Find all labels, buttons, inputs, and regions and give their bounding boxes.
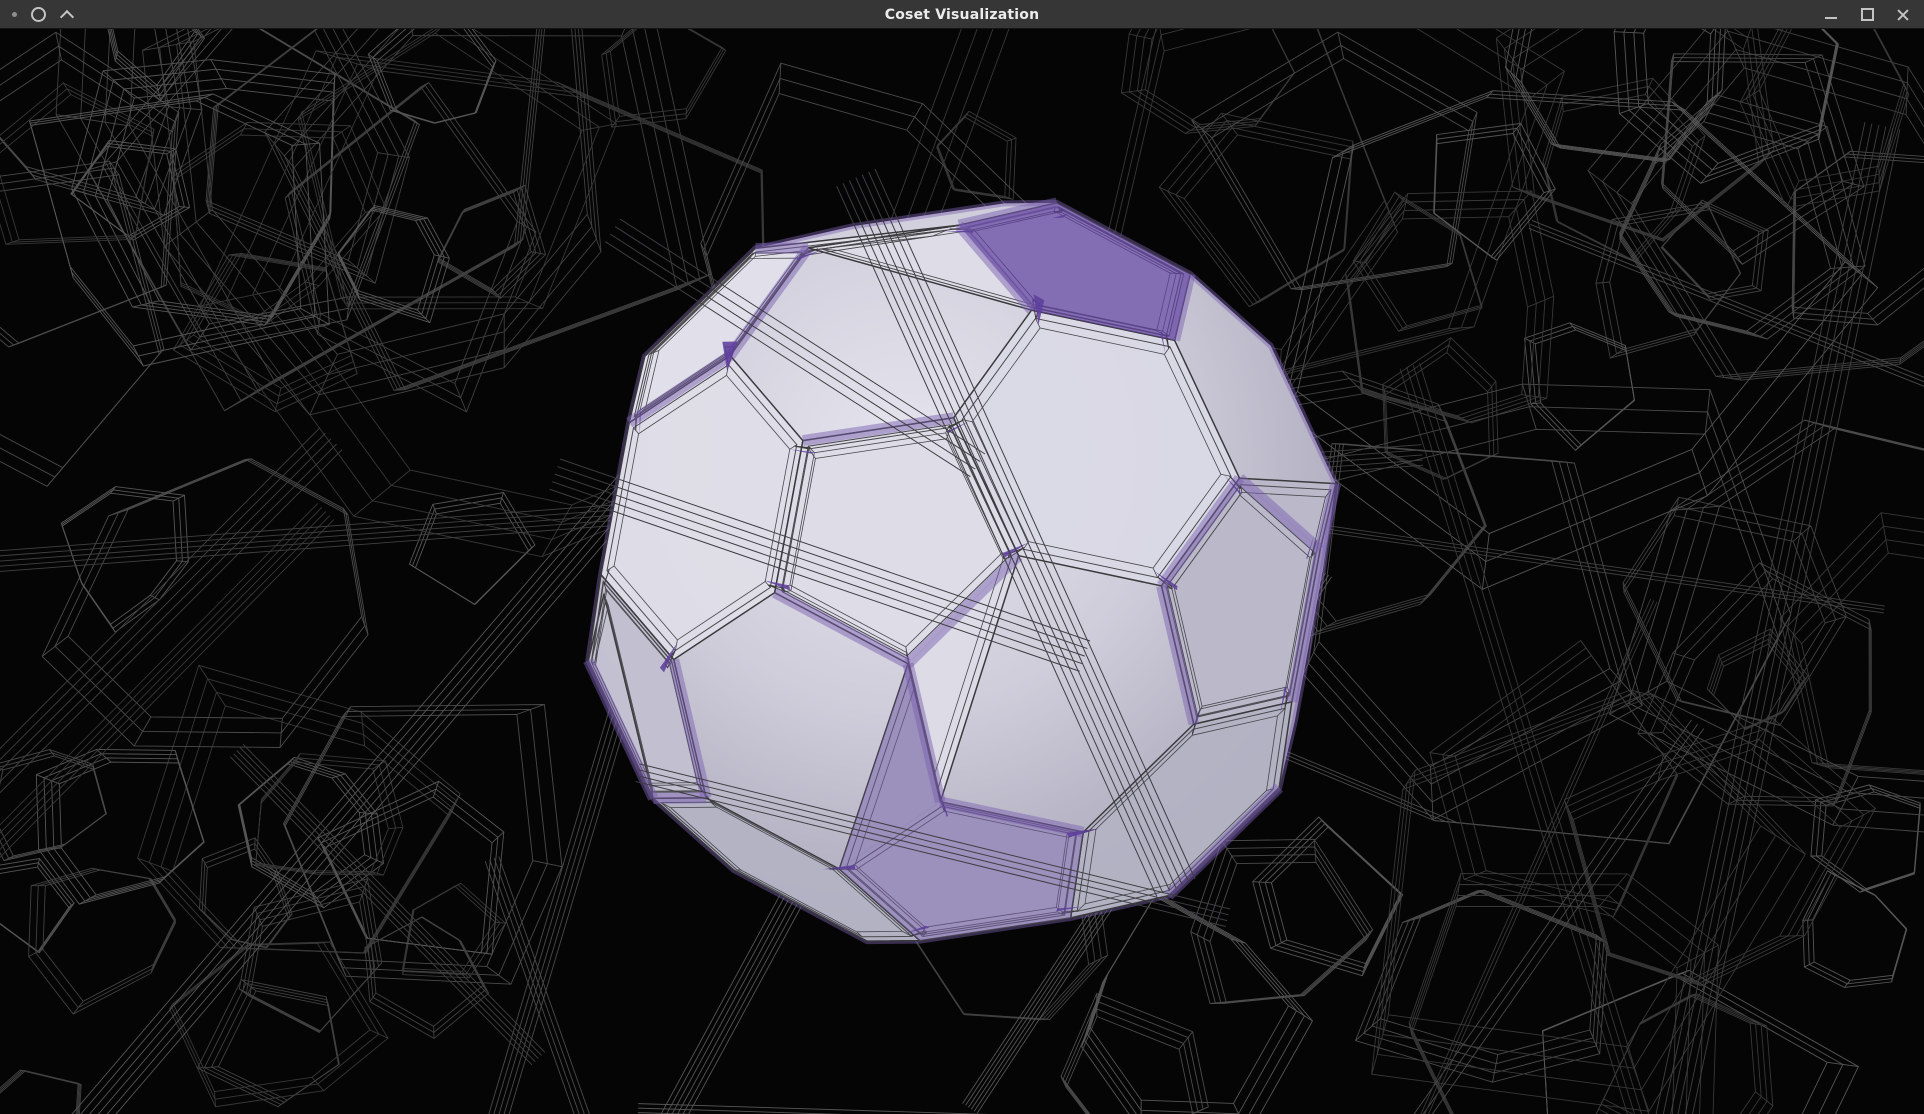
minimize-icon [1825,17,1837,19]
minimize-button[interactable] [1820,4,1842,26]
window-title: Coset Visualization [0,0,1924,29]
maximize-icon [1861,8,1874,21]
dot-icon[interactable] [12,12,17,17]
circle-icon[interactable] [31,7,46,22]
maximize-button[interactable] [1856,4,1878,26]
titlebar-left-icons [12,0,74,29]
visualization-canvas[interactable] [0,29,1924,1114]
close-icon [1896,8,1910,22]
window: Coset Visualization [0,0,1924,1114]
close-button[interactable] [1892,4,1914,26]
titlebar: Coset Visualization [0,0,1924,29]
window-controls [1820,0,1914,29]
chevron-up-icon[interactable] [60,10,74,20]
